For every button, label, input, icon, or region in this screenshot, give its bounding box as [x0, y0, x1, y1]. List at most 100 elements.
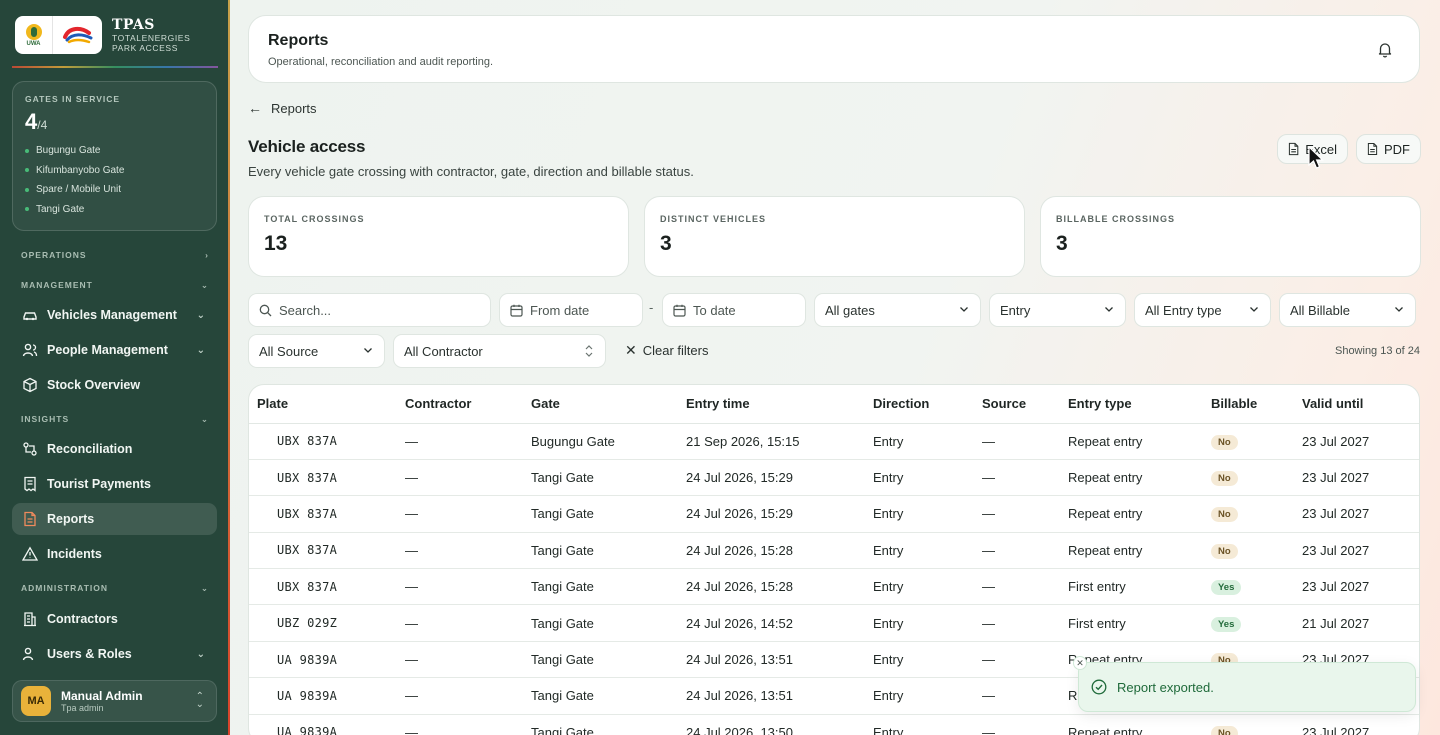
- entry-time-cell: 24 Jul 2026, 14:52: [678, 604, 865, 642]
- plate-cell: UBX 837A: [249, 532, 397, 570]
- arrow-left-icon: ←: [248, 100, 262, 116]
- table-row[interactable]: UBX 837A — Bugungu Gate 21 Sep 2026, 15:15 E…: [249, 423, 1419, 460]
- from-date-picker[interactable]: From date: [499, 293, 643, 327]
- stat-distinct-vehicles: DISTINCT VEHICLES 3: [644, 196, 1025, 277]
- sidebar-item-incidents[interactable]: Incidents: [12, 538, 217, 570]
- brand[interactable]: UWA TPAS TOTALENERGIES PARK ACCESS: [15, 16, 190, 54]
- close-icon[interactable]: ✕: [1073, 656, 1087, 670]
- gates-count: 4/4: [25, 109, 48, 134]
- column-header[interactable]: Valid until: [1294, 385, 1419, 424]
- billable-cell: No: [1203, 714, 1294, 735]
- source-cell: —: [974, 568, 1060, 606]
- status-dot-icon: [25, 168, 29, 173]
- chevron-down-icon: ⌄: [200, 583, 209, 593]
- gate-item: Tangi Gate: [25, 200, 204, 220]
- column-header[interactable]: Plate: [249, 385, 397, 424]
- direction-cell: Entry: [865, 495, 974, 533]
- file-icon: [1367, 142, 1378, 156]
- to-date-picker[interactable]: To date: [662, 293, 806, 327]
- sidebar-item-reports[interactable]: Reports: [12, 503, 217, 535]
- chevron-down-icon: ⌄: [200, 414, 209, 424]
- source-cell: —: [974, 714, 1060, 735]
- chevron-down-icon: [1393, 303, 1405, 318]
- entry-type-select[interactable]: All Entry type: [1134, 293, 1271, 327]
- alert-triangle-icon: [22, 546, 38, 562]
- chevron-down-icon: [1103, 303, 1115, 318]
- totalenergies-logo: [53, 25, 102, 45]
- user-menu[interactable]: MA Manual Admin Tpa admin ⌃ ⌄: [12, 680, 217, 722]
- billable-badge: Yes: [1211, 616, 1242, 632]
- source-cell: —: [974, 459, 1060, 497]
- section-operations[interactable]: OPERATIONS ›: [21, 250, 209, 260]
- billable-cell: No: [1203, 495, 1294, 533]
- column-header[interactable]: Contractor: [397, 385, 523, 424]
- search-input[interactable]: Search...: [248, 293, 491, 327]
- sidebar-item-contractors[interactable]: Contractors: [12, 603, 217, 635]
- car-icon: [22, 307, 38, 323]
- gate-cell: Bugungu Gate: [523, 423, 678, 460]
- sidebar-item-stock[interactable]: Stock Overview: [12, 369, 217, 401]
- column-header[interactable]: Direction: [865, 385, 974, 424]
- plate-cell: UBX 837A: [249, 495, 397, 533]
- uwa-logo: UWA: [15, 16, 53, 54]
- entry-type-cell: First entry: [1060, 568, 1203, 606]
- section-administration[interactable]: ADMINISTRATION ⌄: [21, 583, 209, 594]
- direction-cell: Entry: [865, 604, 974, 642]
- sidebar-item-people[interactable]: People Management ⌄: [12, 334, 217, 366]
- table-row[interactable]: UBX 837A — Tangi Gate 24 Jul 2026, 15:28 Ent…: [249, 532, 1419, 570]
- back-to-reports-link[interactable]: ← Reports: [248, 100, 317, 116]
- valid-until-cell: 23 Jul 2027: [1294, 568, 1419, 606]
- column-header[interactable]: Entry time: [678, 385, 865, 424]
- billable-cell: Yes: [1203, 568, 1294, 606]
- table-row[interactable]: UBX 837A — Tangi Gate 24 Jul 2026, 15:28 Ent…: [249, 568, 1419, 606]
- source-select[interactable]: All Source: [248, 334, 385, 368]
- source-cell: —: [974, 604, 1060, 642]
- source-cell: —: [974, 532, 1060, 570]
- table-row[interactable]: UBX 837A — Tangi Gate 24 Jul 2026, 15:29 Ent…: [249, 459, 1419, 497]
- source-cell: —: [974, 495, 1060, 533]
- page-header-subtitle: Operational, reconciliation and audit re…: [268, 56, 494, 68]
- entry-type-cell: Repeat entry: [1060, 495, 1203, 533]
- table-row[interactable]: UBX 837A — Tangi Gate 24 Jul 2026, 15:29 Ent…: [249, 495, 1419, 533]
- contractor-combobox[interactable]: All Contractor: [393, 334, 606, 368]
- entry-time-cell: 21 Sep 2026, 15:15: [678, 423, 865, 460]
- sidebar-item-vehicles[interactable]: Vehicles Management ⌄: [12, 299, 217, 331]
- file-icon: [1288, 142, 1299, 156]
- column-header[interactable]: Billable: [1203, 385, 1294, 424]
- column-header[interactable]: Gate: [523, 385, 678, 424]
- stat-total-crossings: TOTAL CROSSINGS 13: [248, 196, 629, 277]
- entry-time-cell: 24 Jul 2026, 13:51: [678, 641, 865, 679]
- table-row[interactable]: UA 9839A — Tangi Gate 24 Jul 2026, 13:50 Ent…: [249, 714, 1419, 735]
- sidebar-item-tourist-payments[interactable]: Tourist Payments: [12, 468, 217, 500]
- chevron-down-icon: [958, 303, 970, 318]
- clear-filters-button[interactable]: ✕ Clear filters: [625, 342, 708, 359]
- bell-icon[interactable]: [1377, 41, 1393, 63]
- billable-cell: No: [1203, 423, 1294, 460]
- section-management[interactable]: MANAGEMENT ⌄: [21, 280, 209, 291]
- export-pdf-button[interactable]: PDF: [1356, 134, 1421, 164]
- toast-message: Report exported.: [1117, 679, 1214, 695]
- billable-select[interactable]: All Billable: [1279, 293, 1416, 327]
- sidebar-item-reconciliation[interactable]: Reconciliation: [12, 433, 217, 465]
- column-header[interactable]: Source: [974, 385, 1060, 424]
- page-header-title: Reports: [268, 32, 329, 49]
- entry-time-cell: 24 Jul 2026, 15:29: [678, 459, 865, 497]
- gate-item: Kifumbanyobo Gate: [25, 161, 204, 181]
- direction-select[interactable]: Entry: [989, 293, 1126, 327]
- column-header[interactable]: Entry type: [1060, 385, 1203, 424]
- results-count: Showing 13 of 24: [1334, 345, 1420, 357]
- brand-logos: UWA: [15, 16, 102, 54]
- entry-type-cell: Repeat entry: [1060, 714, 1203, 735]
- section-insights[interactable]: INSIGHTS ⌄: [21, 414, 209, 425]
- status-dot-icon: [25, 148, 29, 153]
- contractor-cell: —: [397, 641, 523, 679]
- avatar: MA: [21, 686, 51, 716]
- brand-title: TPAS: [112, 17, 155, 33]
- chevron-down-icon: ⌄: [196, 309, 205, 321]
- gate-select[interactable]: All gates: [814, 293, 981, 327]
- chevron-down-icon: ⌄: [196, 344, 205, 356]
- source-cell: —: [974, 641, 1060, 679]
- table-row[interactable]: UBZ 029Z — Tangi Gate 24 Jul 2026, 14:52 Ent…: [249, 604, 1419, 642]
- sidebar-item-users-roles[interactable]: Users & Roles ⌄: [12, 638, 217, 670]
- valid-until-cell: 23 Jul 2027: [1294, 423, 1419, 460]
